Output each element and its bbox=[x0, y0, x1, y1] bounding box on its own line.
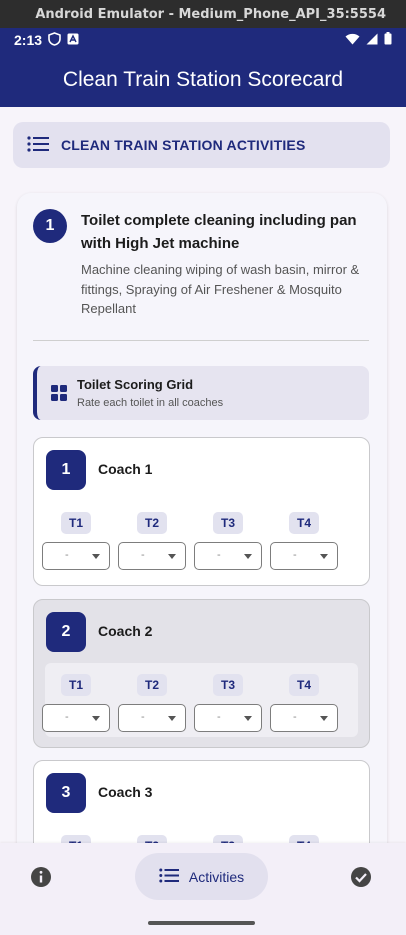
activity-card: 1 Toilet complete cleaning including pan… bbox=[17, 193, 387, 935]
info-icon[interactable] bbox=[30, 866, 52, 888]
toilet-score-dropdown[interactable]: - bbox=[118, 542, 186, 570]
toilet-score-dropdown[interactable]: - bbox=[42, 704, 110, 732]
activity-number: 1 bbox=[33, 209, 67, 243]
toilet-slot-t1: T1 - bbox=[42, 674, 110, 734]
toilet-score-dropdown[interactable]: - bbox=[194, 704, 262, 732]
coach-number-badge: 3 bbox=[46, 773, 86, 813]
toilet-row: T1 - T2 - T3 - T4 - bbox=[42, 663, 358, 737]
toilet-slot-t3: T3 - bbox=[194, 512, 262, 572]
notification-a-icon bbox=[67, 32, 79, 48]
dropdown-arrow-icon bbox=[244, 554, 252, 559]
phone-screen: 2:13 Clean Train Station Scorecard CLEAN… bbox=[0, 28, 406, 935]
cellular-signal-icon bbox=[366, 32, 378, 48]
toilet-score-dropdown[interactable]: - bbox=[270, 704, 338, 732]
dropdown-value: - bbox=[293, 711, 297, 723]
coach-name: Coach 2 bbox=[98, 623, 153, 639]
toilet-label: T1 bbox=[61, 674, 91, 696]
coach-name: Coach 3 bbox=[98, 784, 153, 800]
battery-icon bbox=[384, 32, 392, 48]
toilet-row: T1 - T2 - T3 - T4 - bbox=[42, 501, 358, 575]
dropdown-value: - bbox=[141, 711, 145, 723]
toilet-slot-t2: T2 - bbox=[118, 512, 186, 572]
dropdown-arrow-icon bbox=[244, 716, 252, 721]
toilet-slot-t1: T1 - bbox=[42, 512, 110, 572]
toilet-label: T4 bbox=[289, 512, 319, 534]
dropdown-value: - bbox=[141, 549, 145, 561]
coach-number-badge: 1 bbox=[46, 450, 86, 490]
coach-card-1[interactable]: 1 Coach 1 T1 - T2 - T3 - T4 - bbox=[33, 437, 370, 586]
grid-title: Toilet Scoring Grid bbox=[77, 377, 194, 392]
grid-icon bbox=[51, 385, 67, 406]
status-time: 2:13 bbox=[14, 32, 43, 48]
grid-subtitle: Rate each toilet in all coaches bbox=[77, 397, 224, 409]
app-title: Clean Train Station Scorecard bbox=[62, 67, 344, 91]
shield-icon bbox=[48, 31, 61, 49]
wifi-icon bbox=[345, 32, 360, 48]
home-indicator[interactable] bbox=[148, 921, 255, 925]
list-icon bbox=[159, 868, 179, 886]
activities-label: Activities bbox=[188, 868, 245, 885]
bottom-navigation: Activities bbox=[0, 843, 406, 935]
dropdown-value: - bbox=[217, 711, 221, 723]
dropdown-value: - bbox=[65, 711, 69, 723]
toilet-score-dropdown[interactable]: - bbox=[194, 542, 262, 570]
toilet-score-dropdown[interactable]: - bbox=[42, 542, 110, 570]
activity-description: Machine cleaning wiping of wash basin, m… bbox=[81, 262, 360, 316]
toilet-score-dropdown[interactable]: - bbox=[270, 542, 338, 570]
dropdown-arrow-icon bbox=[320, 554, 328, 559]
activity-title: Toilet complete cleaning including pan w… bbox=[81, 212, 357, 252]
activities-section-header[interactable]: CLEAN TRAIN STATION ACTIVITIES bbox=[13, 122, 390, 168]
toilet-label: T3 bbox=[213, 674, 243, 696]
toilet-slot-t4: T4 - bbox=[270, 512, 338, 572]
dropdown-arrow-icon bbox=[92, 554, 100, 559]
toilet-score-dropdown[interactable]: - bbox=[118, 704, 186, 732]
toilet-label: T3 bbox=[213, 512, 243, 534]
dropdown-value: - bbox=[65, 549, 69, 561]
toilet-slot-t3: T3 - bbox=[194, 674, 262, 734]
dropdown-arrow-icon bbox=[168, 716, 176, 721]
coach-name: Coach 1 bbox=[98, 461, 153, 477]
toilet-label: T2 bbox=[137, 512, 167, 534]
toilet-slot-t2: T2 - bbox=[118, 674, 186, 734]
toilet-label: T2 bbox=[137, 674, 167, 696]
toilet-slot-t4: T4 - bbox=[270, 674, 338, 734]
dropdown-arrow-icon bbox=[92, 716, 100, 721]
coach-card-2[interactable]: 2 Coach 2 T1 - T2 - T3 - T4 - bbox=[33, 599, 370, 748]
dropdown-arrow-icon bbox=[320, 716, 328, 721]
scoring-grid-header: Toilet Scoring Grid Rate each toilet in … bbox=[33, 366, 369, 420]
activities-nav-button[interactable]: Activities bbox=[135, 853, 268, 900]
app-bar: Clean Train Station Scorecard bbox=[0, 52, 406, 107]
toilet-label: T1 bbox=[61, 512, 91, 534]
dropdown-value: - bbox=[293, 549, 297, 561]
dropdown-arrow-icon bbox=[168, 554, 176, 559]
check-circle-icon[interactable] bbox=[350, 866, 372, 888]
emulator-window-title: Android Emulator - Medium_Phone_API_35:5… bbox=[0, 0, 406, 28]
coach-number-badge: 2 bbox=[46, 612, 86, 652]
status-bar: 2:13 bbox=[0, 28, 406, 52]
section-title: CLEAN TRAIN STATION ACTIVITIES bbox=[61, 137, 306, 153]
dropdown-value: - bbox=[217, 549, 221, 561]
divider bbox=[33, 340, 369, 341]
list-icon bbox=[27, 135, 49, 155]
toilet-label: T4 bbox=[289, 674, 319, 696]
